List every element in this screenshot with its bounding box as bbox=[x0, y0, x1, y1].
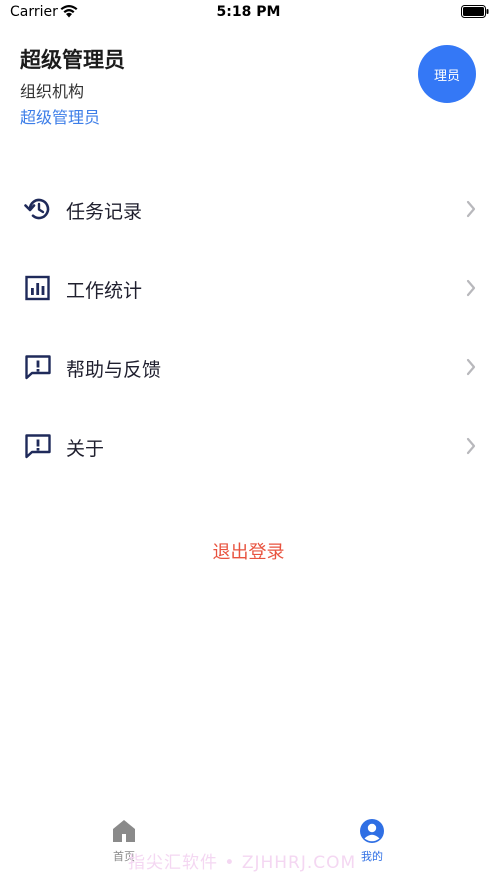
clock-time: 5:18 PM bbox=[216, 4, 281, 20]
chevron-right-icon bbox=[466, 437, 476, 455]
menu-item-work-stats[interactable]: 工作统计 bbox=[0, 258, 497, 318]
battery-icon bbox=[461, 5, 489, 18]
menu-label-about: 关于 bbox=[66, 438, 105, 460]
avatar-text: 理员 bbox=[433, 68, 460, 84]
logout-button[interactable]: 退出登录 bbox=[0, 538, 497, 564]
chevron-right-icon bbox=[466, 279, 476, 297]
watermark: 指尖汇软件 • ZJHHRJ.COM bbox=[128, 853, 357, 873]
feedback-icon bbox=[25, 355, 51, 380]
chevron-right-icon bbox=[466, 358, 476, 376]
info-message-icon bbox=[25, 434, 51, 459]
home-icon bbox=[113, 820, 135, 842]
history-icon bbox=[24, 198, 50, 220]
user-circle-icon bbox=[360, 819, 384, 843]
profile-role: 超级管理员 bbox=[20, 108, 101, 127]
status-bar: Carrier 5:18 PM bbox=[0, 0, 497, 26]
menu-label-work-stats: 工作统计 bbox=[66, 280, 143, 302]
menu-item-task-records[interactable]: 任务记录 bbox=[0, 179, 497, 239]
menu-label-task-records: 任务记录 bbox=[66, 201, 143, 223]
profile-org: 组织机构 bbox=[20, 82, 85, 101]
chevron-right-icon bbox=[466, 200, 476, 218]
menu-item-about[interactable]: 关于 bbox=[0, 416, 497, 476]
profile-name: 超级管理员 bbox=[20, 48, 125, 72]
menu-label-help-feedback: 帮助与反馈 bbox=[66, 359, 162, 381]
bar-chart-icon bbox=[25, 275, 50, 301]
avatar[interactable]: 理员 bbox=[418, 45, 476, 103]
menu-item-help-feedback[interactable]: 帮助与反馈 bbox=[0, 337, 497, 397]
